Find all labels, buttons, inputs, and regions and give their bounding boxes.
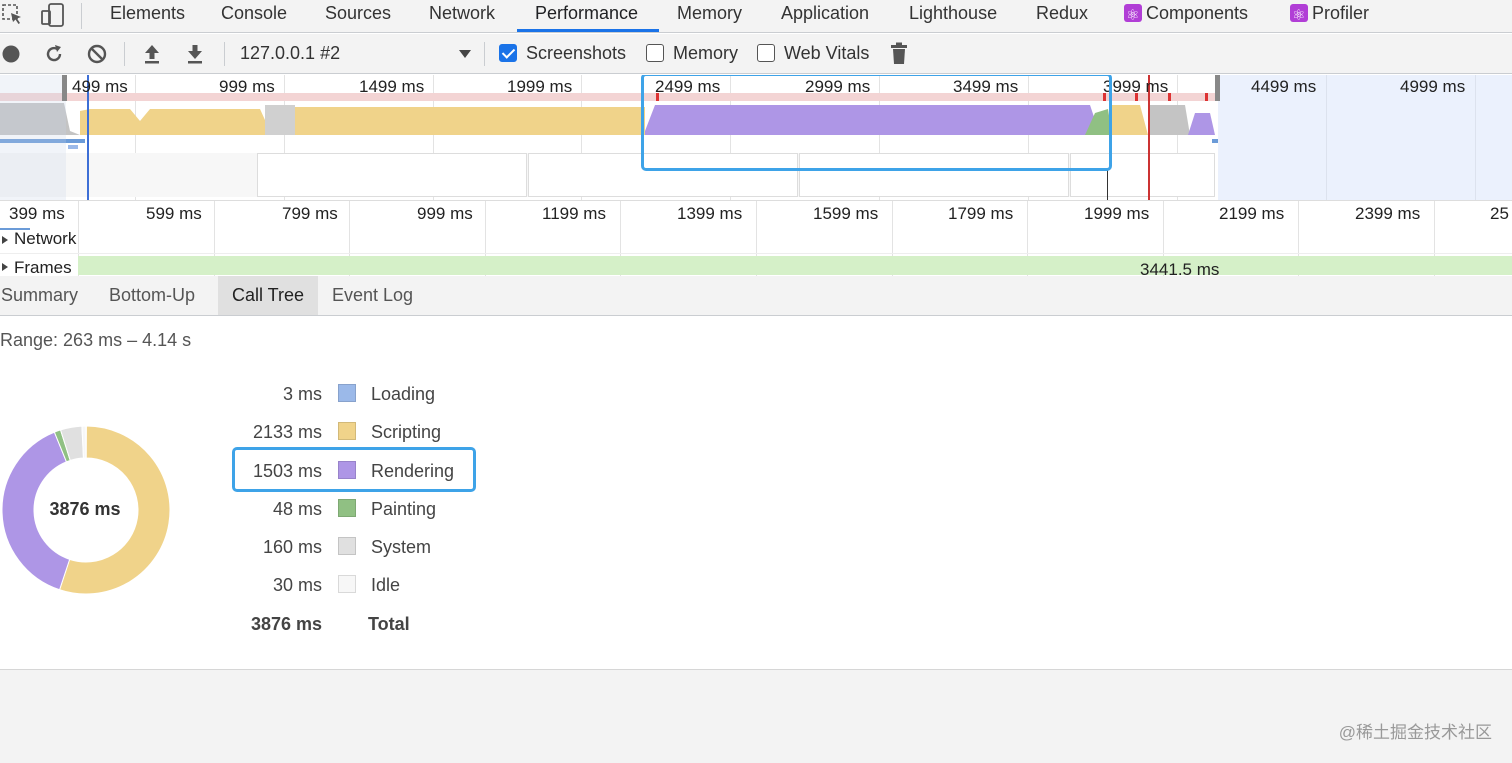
tab-lighthouse[interactable]: Lighthouse	[909, 0, 997, 33]
empty-panel-area: @稀土掘金技术社区	[0, 669, 1512, 763]
tab-call-tree[interactable]: Call Tree	[218, 276, 319, 315]
web-vitals-checkbox[interactable]	[757, 44, 775, 62]
ruler-tick: 2199 ms	[1219, 204, 1285, 223]
ruler-tick: 999 ms	[417, 204, 473, 223]
tab-application[interactable]: Application	[781, 0, 869, 33]
ruler-tick: 1199 ms	[542, 204, 606, 223]
overview-tick: 1499 ms	[359, 77, 425, 96]
tab-profiler[interactable]: Profiler	[1290, 0, 1369, 33]
inspect-element-icon[interactable]	[2, 4, 24, 26]
loading-value: 3 ms	[282, 384, 322, 404]
tab-components-label: Components	[1146, 3, 1249, 23]
selection-left-handle[interactable]	[62, 75, 67, 101]
download-icon[interactable]	[185, 43, 205, 65]
web-vitals-label: Web Vitals	[784, 43, 870, 63]
timeline-ruler: 399 ms 599 ms 799 ms 999 ms 1199 ms 1399…	[0, 200, 1512, 276]
highlight-rendering-row	[232, 447, 476, 492]
tab-console[interactable]: Console	[221, 0, 287, 33]
overview-tick: 3999 ms	[1103, 77, 1169, 96]
screenshots-label: Screenshots	[526, 43, 627, 63]
memory-checkbox[interactable]	[646, 44, 664, 62]
record-icon[interactable]	[1, 44, 21, 64]
tab-sources[interactable]: Sources	[325, 0, 391, 33]
overview-tick: 1999 ms	[507, 77, 573, 96]
scripting-label: Scripting	[371, 422, 442, 442]
idle-swatch	[338, 575, 356, 593]
total-label: Total	[368, 614, 410, 634]
chevron-down-icon[interactable]	[458, 49, 472, 59]
ruler-tick: 2399 ms	[1355, 204, 1421, 223]
highlight-rendering-region	[641, 75, 1112, 171]
tab-profiler-label: Profiler	[1312, 3, 1370, 23]
painting-value: 48 ms	[272, 499, 322, 519]
idle-value: 30 ms	[272, 575, 322, 595]
overview-tick: 499 ms	[72, 77, 128, 96]
scripting-swatch	[338, 422, 356, 440]
ruler-tick: 25	[1490, 204, 1509, 223]
react-icon	[1290, 2, 1308, 28]
active-tab-indicator	[517, 29, 659, 32]
react-icon	[1124, 2, 1142, 28]
divider	[81, 3, 82, 29]
devtools-tab-bar: Elements Console Sources Network Perform…	[0, 0, 1512, 33]
scripting-value: 2133 ms	[252, 422, 322, 442]
memory-label: Memory	[673, 43, 739, 63]
tab-memory[interactable]: Memory	[677, 0, 742, 33]
ruler-tick: 599 ms	[146, 204, 202, 223]
ruler-tick: 399 ms	[9, 204, 65, 223]
ruler-tick: 1799 ms	[948, 204, 1014, 223]
upload-icon[interactable]	[142, 43, 162, 65]
tab-summary[interactable]: Summary	[0, 276, 92, 315]
tab-components[interactable]: Components	[1124, 0, 1248, 33]
frame-duration: 3441.5 ms	[1140, 260, 1220, 275]
ruler-tick: 1999 ms	[1084, 204, 1150, 223]
loading-label: Loading	[371, 384, 436, 404]
watermark: @稀土掘金技术社区	[1338, 723, 1492, 742]
tab-event-log[interactable]: Event Log	[318, 276, 427, 315]
frames-track-label: Frames	[14, 258, 72, 275]
divider	[124, 42, 125, 66]
ruler-tick: 799 ms	[282, 204, 338, 223]
painting-label: Painting	[371, 499, 437, 519]
system-label: System	[371, 537, 432, 557]
system-swatch	[338, 537, 356, 555]
divider	[224, 42, 225, 66]
selection-right-handle[interactable]	[1215, 75, 1220, 101]
network-track-label: Network	[14, 229, 77, 248]
total-value: 3876 ms	[250, 614, 322, 634]
tab-network[interactable]: Network	[429, 0, 495, 33]
timeline-overview[interactable]: 499 ms 999 ms 1499 ms 1999 ms 2499 ms 29…	[0, 75, 1512, 200]
painting-swatch	[338, 499, 356, 517]
trash-icon[interactable]	[890, 42, 908, 66]
overview-tick: 4999 ms	[1400, 77, 1466, 96]
expand-triangle-icon[interactable]	[2, 236, 8, 244]
system-value: 160 ms	[262, 537, 322, 557]
range-label: Range: 263 ms – 4.14 s	[0, 330, 192, 350]
tab-redux[interactable]: Redux	[1036, 0, 1088, 33]
performance-toolbar: 127.0.0.1 #2 Screenshots Memory Web Vita…	[0, 34, 1512, 74]
overview-tick: 4499 ms	[1251, 77, 1317, 96]
overview-tick: 999 ms	[219, 77, 275, 96]
screenshots-checkbox[interactable]	[499, 44, 517, 62]
loading-swatch	[338, 384, 356, 402]
divider	[484, 42, 485, 66]
details-tab-bar: Summary Bottom-Up Call Tree Event Log	[0, 276, 1512, 316]
expand-triangle-icon[interactable]	[2, 263, 8, 271]
clear-icon[interactable]	[86, 43, 108, 65]
reload-icon[interactable]	[43, 43, 65, 65]
network-track[interactable]: Network	[0, 226, 1512, 254]
profile-select[interactable]: 127.0.0.1 #2	[240, 43, 340, 64]
donut-total: 3876 ms	[49, 499, 121, 519]
device-toolbar-icon[interactable]	[40, 2, 66, 28]
frames-track[interactable]: Frames 3441.5 ms	[0, 255, 1512, 275]
ruler-tick: 1399 ms	[677, 204, 743, 223]
tab-elements[interactable]: Elements	[110, 0, 185, 33]
idle-label: Idle	[371, 575, 401, 595]
tab-bottom-up[interactable]: Bottom-Up	[95, 276, 209, 315]
ruler-tick: 1599 ms	[813, 204, 879, 223]
